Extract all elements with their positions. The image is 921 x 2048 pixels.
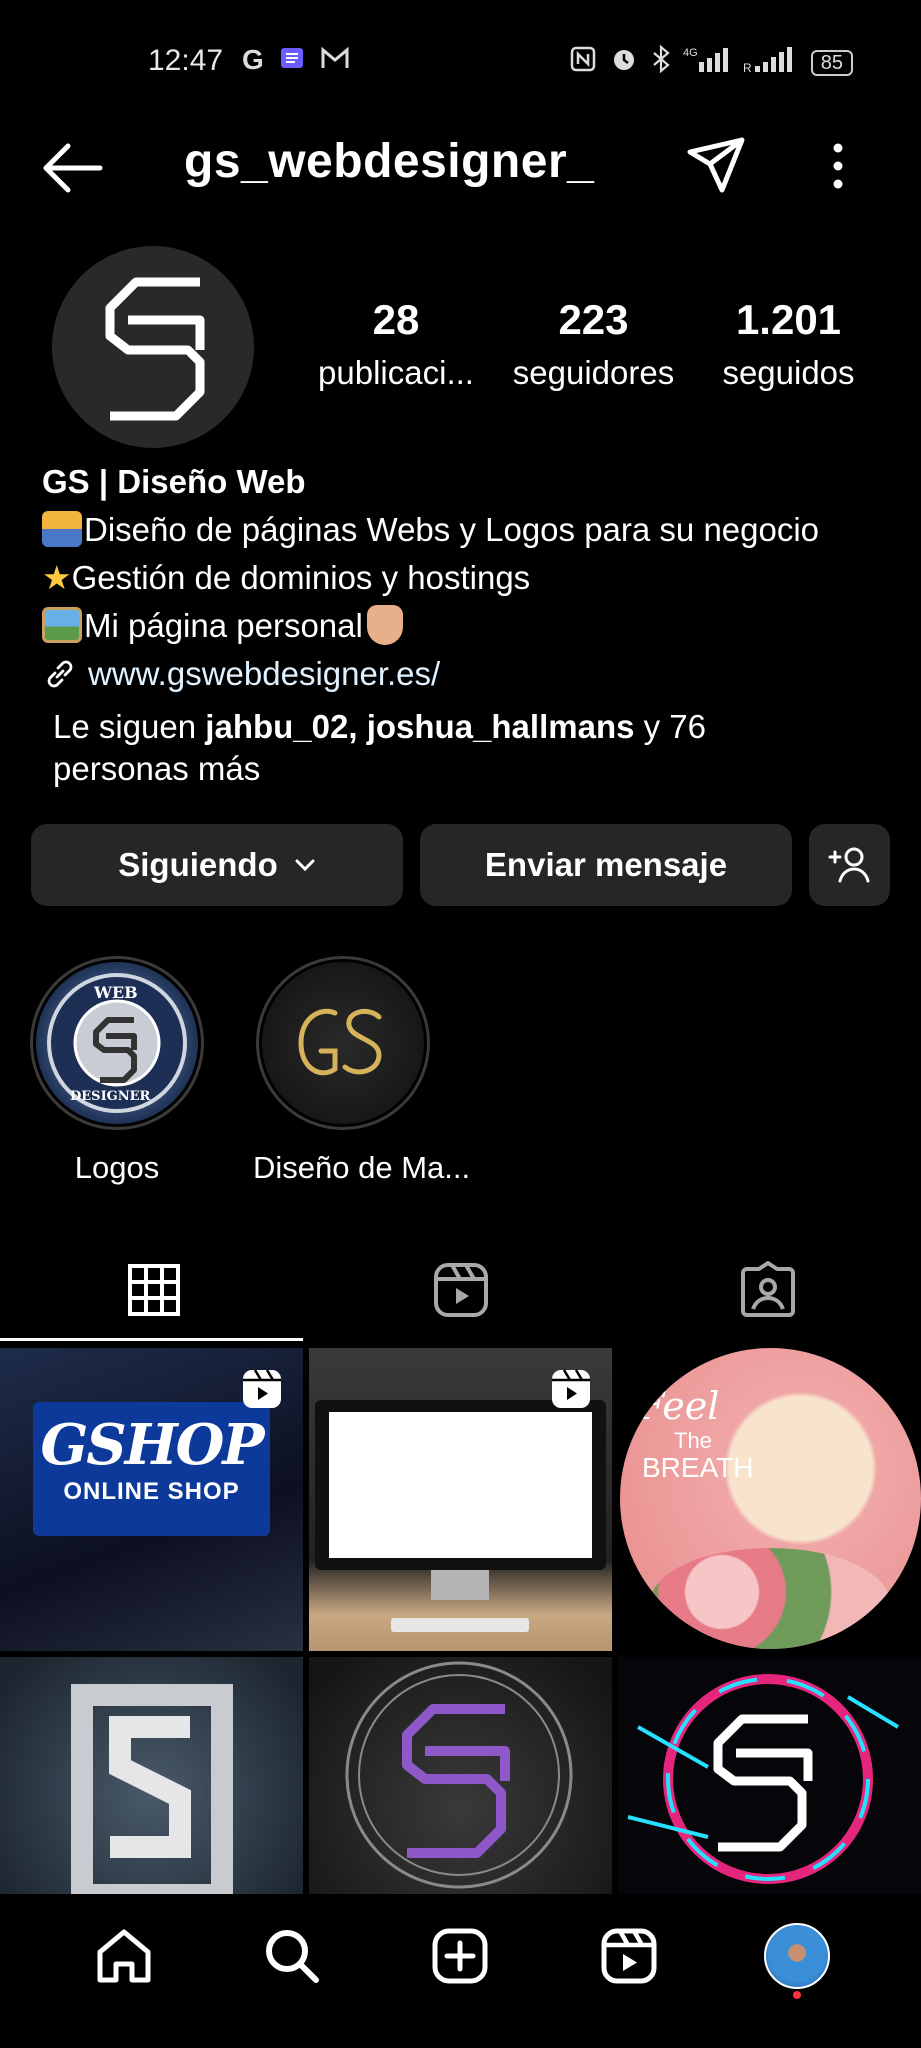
signal-icon: R [743, 44, 799, 81]
bio-line: ★Gestión de dominios y hostings [42, 559, 531, 596]
suggested-users-button[interactable] [809, 824, 890, 906]
profile-stats: 28 publicaci... 223 seguidores 1.201 seg… [296, 296, 896, 392]
link-icon [47, 660, 73, 688]
more-vertical-icon [833, 143, 843, 189]
reel-icon [241, 1368, 283, 1415]
highlight-label: Logos [74, 1150, 160, 1185]
alarm-icon [609, 44, 639, 81]
home-icon [97, 1929, 151, 1983]
paper-plane-icon [687, 137, 745, 193]
posts-grid: GSHOP ONLINE SHOP Feel The BREATH [0, 1348, 921, 1960]
status-time: 12:47 [148, 44, 224, 77]
nav-create[interactable] [415, 1911, 505, 2001]
star-emoji-icon: ★ [42, 559, 72, 596]
gs-gold-logo-icon [298, 1008, 382, 1076]
monitor-screen [315, 1400, 606, 1570]
bio-website-link[interactable]: www.gswebdesigner.es/ [42, 650, 902, 698]
tab-posts-grid[interactable] [0, 1240, 307, 1340]
highlight-cover: WEB DESIGNER [36, 962, 198, 1124]
keyboard [391, 1618, 529, 1632]
posts-count[interactable]: 28 publicaci... [296, 296, 496, 392]
post-thumbnail[interactable]: GSHOP ONLINE SHOP [0, 1348, 303, 1651]
nfc-icon [569, 45, 597, 80]
notes-icon [278, 44, 306, 79]
add-post-icon [432, 1928, 488, 1984]
followed-by-text[interactable]: Le siguen jahbu_02, joshua_hallmans y 76… [53, 706, 833, 790]
reel-icon [550, 1368, 592, 1415]
monitor-stand [431, 1570, 489, 1600]
highlight-label: Diseño de Ma... [253, 1150, 471, 1185]
post-thumbnail[interactable] [309, 1348, 612, 1651]
content-tabs [0, 1240, 921, 1340]
technologist-emoji-icon [42, 511, 82, 547]
following-button[interactable]: Siguiendo [31, 824, 403, 906]
feel-the-breath-artwork: Feel The BREATH [620, 1348, 921, 1649]
picture-emoji-icon [42, 607, 82, 643]
profile-username: gs_webdesigner_ [184, 135, 595, 188]
gmail-icon [320, 44, 350, 79]
reels-icon [601, 1928, 657, 1984]
battery-indicator: 85 [810, 49, 853, 76]
bio-line: Mi página personal [42, 602, 902, 650]
svg-text:R: R [743, 61, 752, 74]
more-options-button[interactable] [826, 140, 850, 197]
share-profile-button[interactable] [686, 134, 748, 201]
google-icon: G [242, 44, 264, 75]
post-thumbnail[interactable]: Feel The BREATH [618, 1348, 921, 1651]
following-count[interactable]: 1.201 seguidos [691, 296, 886, 392]
profile-avatar[interactable] [52, 246, 254, 448]
profile-avatar-icon [763, 1923, 830, 1989]
svg-text:DESIGNER: DESIGNER [70, 1089, 151, 1104]
bio-line: Diseño de páginas Webs y Logos para su n… [42, 506, 902, 554]
pointing-down-emoji-icon [366, 605, 403, 645]
highlight-cover [262, 962, 424, 1124]
nav-profile[interactable] [752, 1911, 842, 2001]
tagged-user-icon [740, 1261, 795, 1317]
nav-search[interactable] [247, 1911, 337, 2001]
add-user-icon [828, 847, 869, 883]
web-designer-badge-icon: WEB DESIGNER [47, 973, 187, 1113]
4g-signal-icon: 4G [683, 44, 731, 81]
profile-display-name: GS | Diseño Web [42, 463, 306, 500]
gshop-banner: GSHOP ONLINE SHOP [33, 1402, 270, 1536]
bottom-navigation [0, 1894, 921, 2048]
send-message-button[interactable]: Enviar mensaje [420, 824, 792, 906]
status-bar: 12:47 G 4G R 85 [0, 0, 921, 124]
nav-home[interactable] [79, 1911, 169, 2001]
profile-header: gs_webdesigner_ [0, 124, 921, 214]
tab-reels[interactable] [307, 1240, 614, 1340]
svg-text:4G: 4G [683, 47, 698, 59]
profile-bio: GS | Diseño Web Diseño de páginas Webs y… [42, 458, 902, 698]
grid-icon [127, 1264, 180, 1316]
tab-tagged[interactable] [614, 1240, 921, 1340]
notification-dot [792, 1991, 801, 1999]
arrow-left-icon [43, 143, 103, 193]
back-button[interactable] [40, 142, 104, 199]
chevron-down-icon [295, 859, 315, 872]
followers-count[interactable]: 223 seguidores [496, 296, 691, 392]
gs-logo-icon [105, 277, 205, 421]
highlight-diseno[interactable]: Diseño de Ma... [253, 956, 471, 1186]
nav-reels[interactable] [584, 1911, 674, 2001]
reels-icon [433, 1263, 488, 1317]
active-tab-indicator [0, 1338, 303, 1341]
search-icon [266, 1930, 320, 1983]
svg-text:WEB: WEB [93, 983, 138, 1002]
highlight-logos[interactable]: WEB DESIGNER Logos [27, 956, 207, 1186]
bluetooth-icon [651, 44, 671, 81]
